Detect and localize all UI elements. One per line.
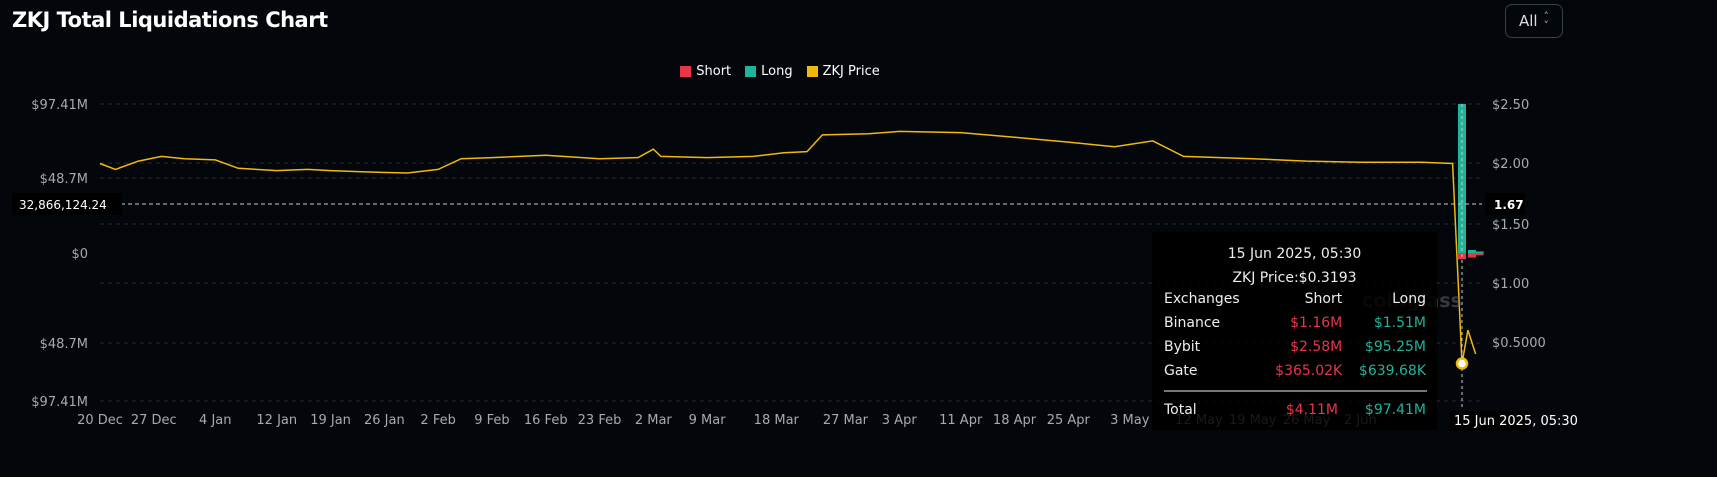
x-tick: 19 Jan <box>310 413 351 428</box>
price-point <box>1455 357 1469 370</box>
short-bar <box>1475 253 1484 256</box>
exchange: Binance <box>1164 315 1221 331</box>
total-label: Total <box>1164 402 1197 418</box>
x-tick: 27 Mar <box>823 413 869 428</box>
y-left-tick: $48.7M <box>40 337 88 352</box>
y-left-tick: $97.41M <box>31 98 88 113</box>
long-value: $95.25M <box>1364 339 1426 355</box>
tooltip: 15 Jun 2025, 05:30 ZKJ Price:$0.3193 Exch… <box>1152 232 1437 430</box>
tooltip-row: Binance $1.16M $1.51M <box>1164 311 1426 335</box>
crosshair-left-label: 32,866,124.24 <box>19 198 107 212</box>
crosshair-x-label: 15 Jun 2025, 05:30 <box>1454 414 1578 429</box>
y-left-tick: $97.41M <box>31 395 88 410</box>
tooltip-row: Bybit $2.58M $95.25M <box>1164 335 1426 359</box>
divider <box>1164 390 1427 392</box>
tooltip-total: Total $4.11M $97.41M <box>1164 402 1426 418</box>
y-right-tick: $1.50 <box>1492 218 1529 233</box>
x-tick: 11 Apr <box>939 413 983 428</box>
y-left-tick: $48.7M <box>40 172 88 187</box>
total-long: $97.41M <box>1364 402 1426 418</box>
long-bar <box>1467 249 1476 253</box>
y-right-tick: $1.00 <box>1492 277 1529 292</box>
short-value: $2.58M <box>1290 339 1343 355</box>
short-bar <box>1467 253 1476 258</box>
header-exchanges: Exchanges <box>1164 291 1240 307</box>
liquidations-chart[interactable]: $97.41M $48.7M $0 $48.7M $97.41M $2.50 $2.00 $1… <box>0 0 1717 477</box>
x-tick: 9 Feb <box>474 413 509 428</box>
tooltip-date: 15 Jun 2025, 05:30 <box>1227 246 1362 262</box>
y-right-tick: $2.00 <box>1492 157 1529 172</box>
y-right-tick: $0.5000 <box>1492 336 1546 351</box>
x-tick: 25 Apr <box>1047 413 1091 428</box>
short-value: $1.16M <box>1290 315 1343 331</box>
exchange: Bybit <box>1164 339 1201 355</box>
x-tick: 18 Mar <box>754 413 800 428</box>
crosshair-right-label: 1.67 <box>1494 198 1524 212</box>
total-short: $4.11M <box>1285 402 1338 418</box>
x-tick: 20 Dec <box>77 413 123 428</box>
long-bar <box>1475 251 1484 253</box>
x-tick: 26 Jan <box>364 413 405 428</box>
y-right-tick: $2.50 <box>1492 98 1529 113</box>
x-tick: 18 Apr <box>993 413 1037 428</box>
x-tick: 2 Feb <box>420 413 455 428</box>
x-tick: 9 Mar <box>689 413 727 428</box>
y-left-tick: $0 <box>71 247 88 262</box>
exchange: Gate <box>1164 363 1198 379</box>
x-tick: 3 Apr <box>882 413 918 428</box>
header-long: Long <box>1392 291 1426 307</box>
x-tick: 16 Feb <box>524 413 568 428</box>
x-tick: 3 May <box>1110 413 1150 428</box>
long-value: $1.51M <box>1373 315 1426 331</box>
tooltip-row: Gate $365.02K $639.68K <box>1164 359 1426 383</box>
x-tick: 4 Jan <box>199 413 231 428</box>
short-value: $365.02K <box>1275 363 1343 379</box>
long-value: $639.68K <box>1358 363 1426 379</box>
x-tick: 27 Dec <box>131 413 177 428</box>
x-tick: 2 Mar <box>635 413 673 428</box>
x-tick: 23 Feb <box>578 413 622 428</box>
x-tick: 12 Jan <box>256 413 297 428</box>
header-short: Short <box>1304 291 1343 307</box>
